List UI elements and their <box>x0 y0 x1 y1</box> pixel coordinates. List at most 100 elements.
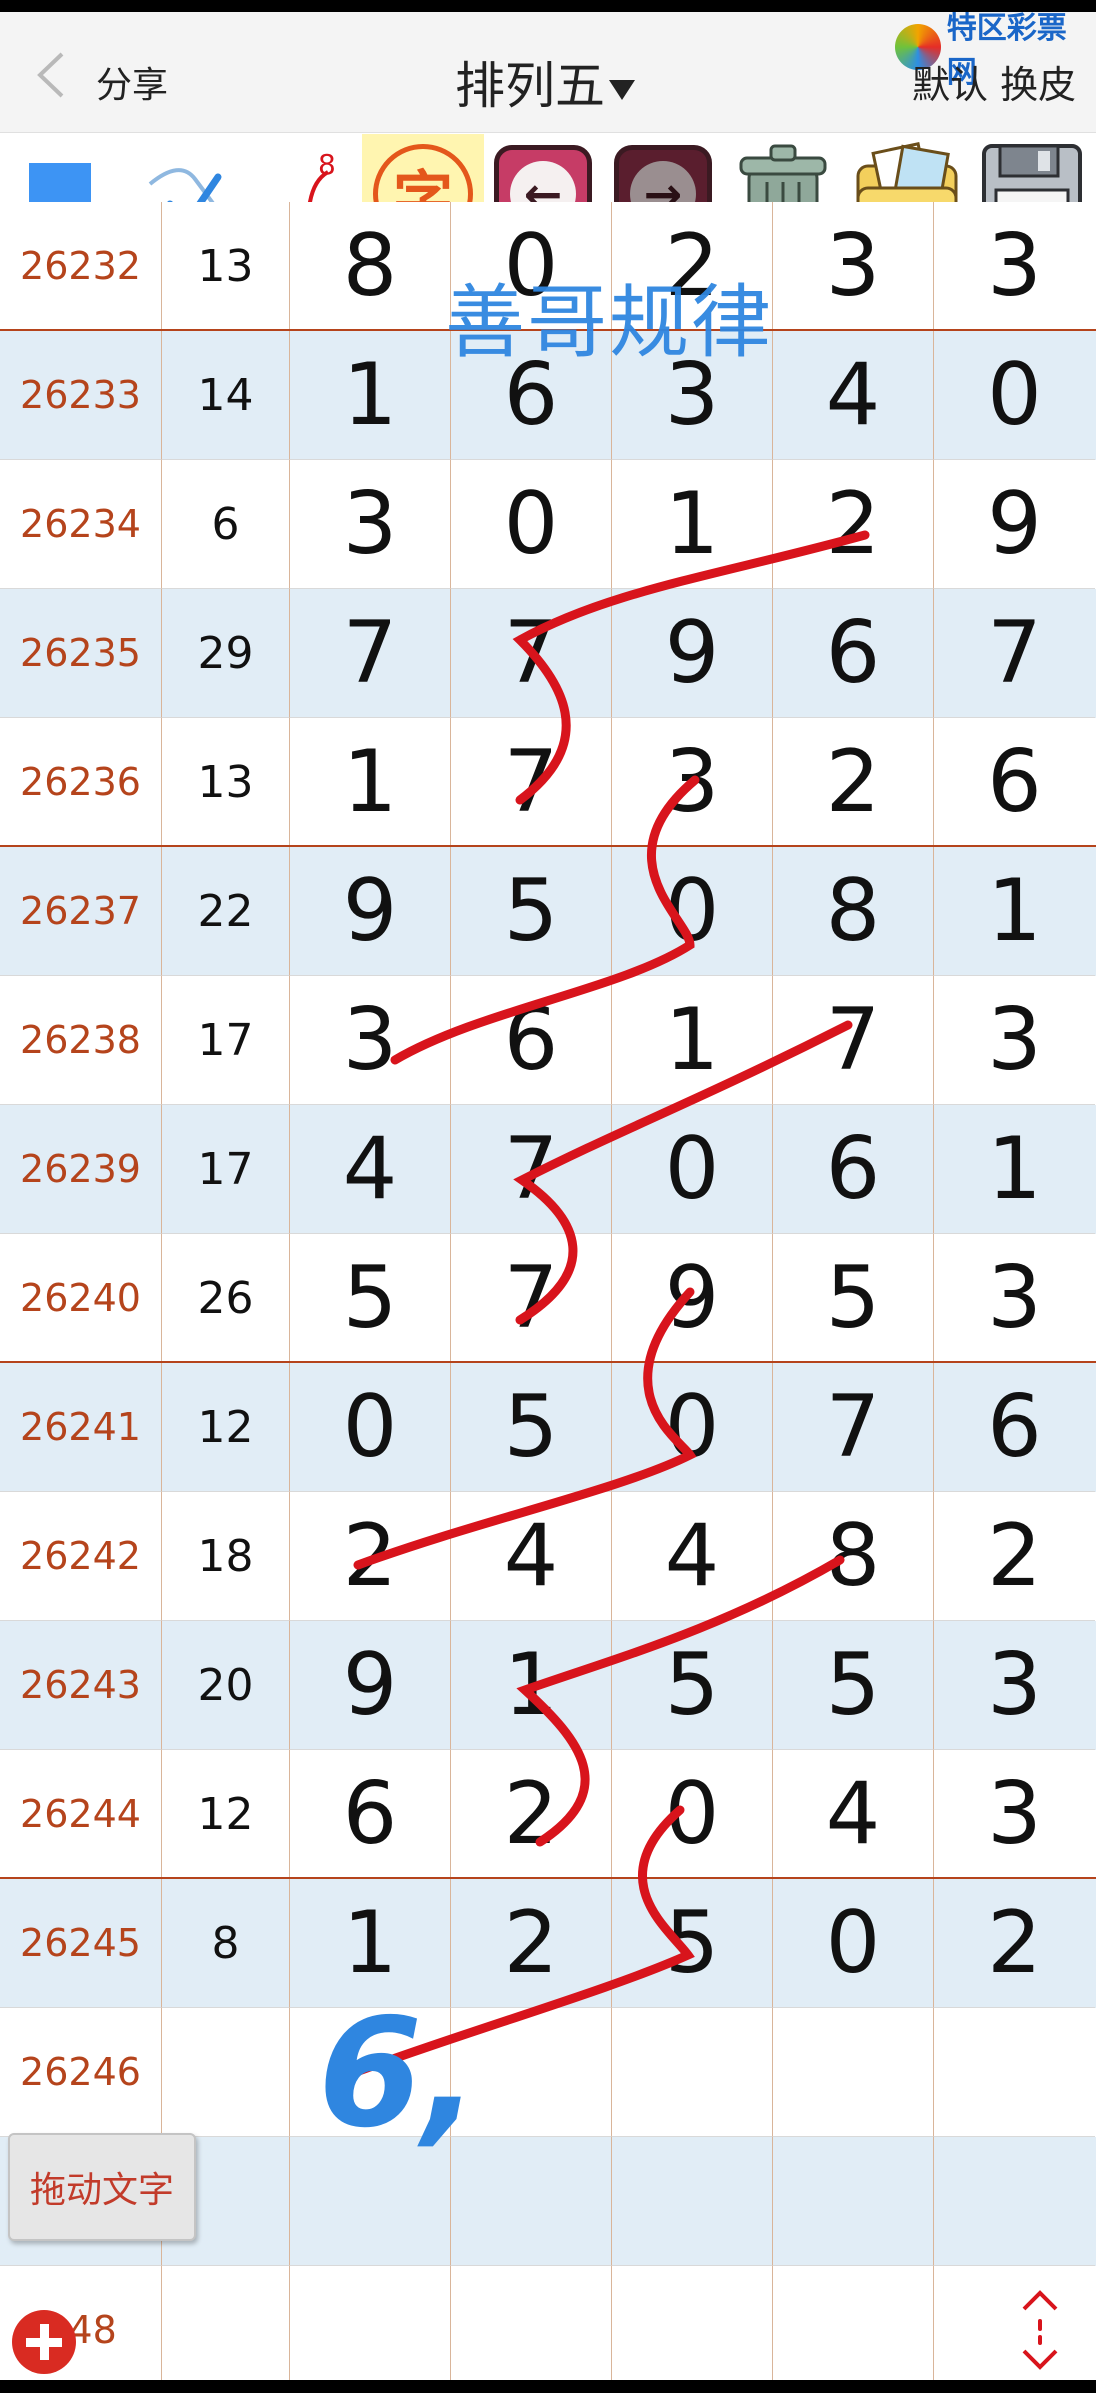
draw-digit-cell[interactable]: 7 <box>451 718 612 847</box>
table-row[interactable]: 26243 20 9 1 5 5 3 <box>0 1621 1096 1750</box>
draw-digit-cell[interactable]: 3 <box>773 202 934 331</box>
draw-digit-cell[interactable]: 3 <box>612 718 773 847</box>
draw-digit-cell[interactable]: 3 <box>934 976 1095 1105</box>
draw-digit-cell[interactable]: 5 <box>612 1879 773 2008</box>
draw-digit-cell[interactable]: 0 <box>934 331 1095 460</box>
draw-digit-cell[interactable] <box>612 2008 773 2137</box>
draw-digit-cell[interactable]: 6 <box>290 1750 451 1879</box>
draw-digit-cell[interactable]: 0 <box>451 460 612 589</box>
draw-digit-cell[interactable]: 2 <box>451 1879 612 2008</box>
table-row[interactable]: 26235 29 7 7 9 6 7 <box>0 589 1096 718</box>
draw-digit-cell[interactable]: 0 <box>773 1879 934 2008</box>
draw-digit-cell[interactable]: 1 <box>290 718 451 847</box>
draw-digit-cell[interactable]: 2 <box>934 1879 1095 2008</box>
draw-digit-cell[interactable]: 4 <box>290 1105 451 1234</box>
draw-digit-cell[interactable]: 6 <box>934 718 1095 847</box>
table-row[interactable]: 248 <box>0 2266 1096 2393</box>
draw-digit-cell[interactable]: 9 <box>934 460 1095 589</box>
table-row[interactable]: 26242 18 2 4 4 8 2 <box>0 1492 1096 1621</box>
scroll-updown-icon[interactable] <box>1010 2285 1070 2375</box>
draw-digit-cell[interactable]: 9 <box>612 589 773 718</box>
draw-digit-cell[interactable]: 4 <box>773 331 934 460</box>
draw-digit-cell[interactable] <box>773 2008 934 2137</box>
draw-digit-cell[interactable]: 4 <box>612 1492 773 1621</box>
draw-digit-cell[interactable]: 8 <box>773 847 934 976</box>
draw-digit-cell[interactable]: 3 <box>934 1234 1095 1363</box>
draw-digit-cell[interactable]: 4 <box>451 1492 612 1621</box>
draw-digit-cell[interactable]: 3 <box>934 202 1095 331</box>
draw-digit-cell[interactable] <box>451 2266 612 2393</box>
draw-digit-cell[interactable]: 1 <box>612 976 773 1105</box>
draw-digit-cell[interactable] <box>773 2266 934 2393</box>
draw-digit-cell[interactable] <box>451 2008 612 2137</box>
draw-digit-cell[interactable]: 6 <box>451 976 612 1105</box>
draw-digit-cell[interactable] <box>290 2266 451 2393</box>
table-row[interactable]: 26245 8 1 2 5 0 2 <box>0 1879 1096 2008</box>
draw-digit-cell[interactable]: 6 <box>773 1105 934 1234</box>
table-row[interactable]: 26238 17 3 6 1 7 3 <box>0 976 1096 1105</box>
draw-digit-cell[interactable]: 3 <box>934 1750 1095 1879</box>
draw-digit-cell[interactable]: 3 <box>290 460 451 589</box>
draw-digit-cell[interactable]: 2 <box>934 1492 1095 1621</box>
table-row[interactable]: 26246 <box>0 2008 1096 2137</box>
draw-digit-cell[interactable]: 5 <box>451 1363 612 1492</box>
draw-digit-cell[interactable]: 7 <box>934 589 1095 718</box>
share-button[interactable]: 分享 <box>96 56 168 108</box>
draw-digit-cell[interactable]: 5 <box>451 847 612 976</box>
draw-digit-cell[interactable]: 7 <box>773 976 934 1105</box>
draw-digit-cell[interactable] <box>773 2137 934 2266</box>
draw-digit-cell[interactable]: 9 <box>612 1234 773 1363</box>
table-row[interactable]: 26239 17 4 7 0 6 1 <box>0 1105 1096 1234</box>
back-chevron-icon[interactable] <box>30 50 70 100</box>
draw-digit-cell[interactable] <box>612 2266 773 2393</box>
draw-digit-cell[interactable]: 2 <box>290 1492 451 1621</box>
draw-digit-cell[interactable]: 4 <box>773 1750 934 1879</box>
add-icon[interactable] <box>12 2310 76 2374</box>
skin-switch-button[interactable]: 默认 换皮 <box>912 54 1076 109</box>
drag-text-button[interactable]: 拖动文字 <box>8 2133 196 2241</box>
table-row[interactable]: 26240 26 5 7 9 5 3 <box>0 1234 1096 1363</box>
draw-digit-cell[interactable]: 9 <box>290 1621 451 1750</box>
draw-digit-cell[interactable]: 9 <box>290 847 451 976</box>
draw-digit-cell[interactable] <box>612 2137 773 2266</box>
draw-digit-cell[interactable] <box>290 2008 451 2137</box>
draw-digit-cell[interactable]: 2 <box>773 460 934 589</box>
draw-digit-cell[interactable]: 7 <box>451 1234 612 1363</box>
draw-digit-cell[interactable]: 1 <box>934 847 1095 976</box>
draw-digit-cell[interactable]: 3 <box>934 1621 1095 1750</box>
draw-digit-cell[interactable]: 3 <box>290 976 451 1105</box>
draw-digit-cell[interactable]: 7 <box>773 1363 934 1492</box>
draw-digit-cell[interactable]: 2 <box>451 1750 612 1879</box>
draw-digit-cell[interactable]: 2 <box>773 718 934 847</box>
table-row[interactable]: 26236 13 1 7 3 2 6 <box>0 718 1096 847</box>
draw-digit-cell[interactable]: 6 <box>934 1363 1095 1492</box>
draw-digit-cell[interactable]: 5 <box>290 1234 451 1363</box>
table-row[interactable]: 26234 6 3 0 1 2 9 <box>0 460 1096 589</box>
draw-digit-cell[interactable]: 5 <box>612 1621 773 1750</box>
draw-digit-cell[interactable]: 0 <box>612 1750 773 1879</box>
draw-digit-cell[interactable]: 0 <box>612 847 773 976</box>
draw-digit-cell[interactable]: 8 <box>773 1492 934 1621</box>
draw-digit-cell[interactable]: 1 <box>934 1105 1095 1234</box>
draw-digit-cell[interactable]: 7 <box>451 1105 612 1234</box>
draw-digit-cell[interactable]: 6 <box>773 589 934 718</box>
draw-digit-cell[interactable]: 0 <box>290 1363 451 1492</box>
draw-digit-cell[interactable]: 5 <box>773 1234 934 1363</box>
draw-digit-cell[interactable] <box>934 2008 1095 2137</box>
lottery-type-selector[interactable]: 排列五 <box>455 46 635 118</box>
draw-digit-cell[interactable]: 0 <box>612 1363 773 1492</box>
draw-digit-cell[interactable] <box>934 2137 1095 2266</box>
draw-digit-cell[interactable]: 1 <box>451 1621 612 1750</box>
draw-digit-cell[interactable]: 1 <box>612 460 773 589</box>
draw-digit-cell[interactable]: 1 <box>290 331 451 460</box>
table-row[interactable]: 26241 12 0 5 0 7 6 <box>0 1363 1096 1492</box>
table-row[interactable]: 26244 12 6 2 0 4 3 <box>0 1750 1096 1879</box>
table-row[interactable]: 26237 22 9 5 0 8 1 <box>0 847 1096 976</box>
draw-digit-cell[interactable]: 5 <box>773 1621 934 1750</box>
draw-digit-cell[interactable]: 1 <box>290 1879 451 2008</box>
draw-digit-cell[interactable] <box>451 2137 612 2266</box>
draw-digit-cell[interactable]: 7 <box>290 589 451 718</box>
draw-digit-cell[interactable]: 8 <box>290 202 451 331</box>
draw-digit-cell[interactable]: 0 <box>612 1105 773 1234</box>
draw-digit-cell[interactable] <box>290 2137 451 2266</box>
